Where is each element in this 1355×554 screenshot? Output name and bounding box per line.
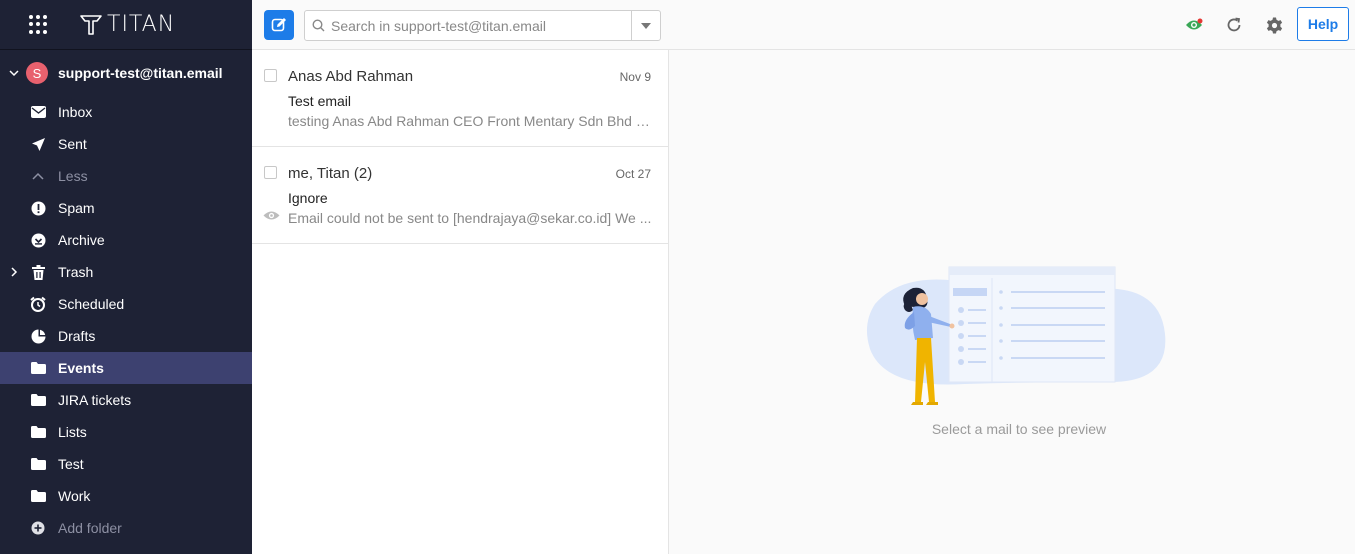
compose-icon bbox=[271, 18, 286, 32]
mail-subject: Test email bbox=[288, 93, 352, 109]
folder-test[interactable]: Test bbox=[0, 448, 252, 480]
folder-jira-tickets[interactable]: JIRA tickets bbox=[0, 384, 252, 416]
mail-sender: Anas Abd Rahman bbox=[288, 68, 414, 85]
apps-grid-icon[interactable] bbox=[29, 14, 49, 35]
search-icon bbox=[312, 19, 325, 32]
folder-icon bbox=[30, 456, 46, 472]
folder-label: JIRA tickets bbox=[58, 392, 132, 408]
mail-sender: me, Titan (2) bbox=[288, 165, 373, 182]
chevron-up-icon bbox=[30, 168, 46, 184]
brand-name: TITAN bbox=[107, 12, 176, 37]
folder-label: Test bbox=[58, 456, 84, 472]
refresh-icon bbox=[1227, 17, 1241, 32]
account-row[interactable]: S support-test@titan.email bbox=[0, 50, 252, 96]
draft-icon bbox=[30, 328, 46, 344]
top-toolbar: Help bbox=[252, 0, 1355, 50]
folder-label: Spam bbox=[58, 200, 95, 216]
folder-sent[interactable]: Sent bbox=[0, 128, 252, 160]
mail-select-checkbox[interactable] bbox=[264, 166, 277, 179]
mail-snippet: Email could not be sent to [hendrajaya@s… bbox=[288, 210, 652, 226]
avatar: S bbox=[26, 62, 48, 84]
add-icon bbox=[30, 520, 46, 536]
mail-snippet: testing Anas Abd Rahman CEO Front Mentar… bbox=[288, 113, 654, 129]
account-email: support-test@titan.email bbox=[58, 65, 223, 81]
folder-label: Scheduled bbox=[58, 296, 125, 312]
folder-inbox[interactable]: Inbox bbox=[0, 96, 252, 128]
alert-icon bbox=[30, 200, 46, 216]
search-input[interactable] bbox=[331, 11, 631, 40]
alarm-clock-icon bbox=[30, 296, 46, 312]
chevron-right-icon[interactable] bbox=[9, 266, 19, 278]
folder-label: Sent bbox=[58, 136, 87, 152]
sidebar: TITAN S support-test@titan.email Inbox S… bbox=[0, 0, 252, 554]
folder-label: Inbox bbox=[58, 104, 93, 120]
eye-icon bbox=[263, 211, 280, 220]
send-icon bbox=[30, 136, 46, 152]
chevron-down-icon[interactable] bbox=[8, 67, 20, 79]
inbox-icon bbox=[30, 104, 46, 120]
archive-icon bbox=[30, 232, 46, 248]
brand-bar: TITAN bbox=[0, 0, 252, 50]
gear-icon bbox=[1266, 17, 1282, 33]
folder-label: Events bbox=[58, 360, 104, 376]
folder-label: Lists bbox=[58, 424, 87, 440]
folder-less-toggle[interactable]: Less bbox=[0, 160, 252, 192]
folder-label: Work bbox=[58, 488, 91, 504]
trash-icon bbox=[30, 264, 46, 280]
folder-work[interactable]: Work bbox=[0, 480, 252, 512]
folder-label: Trash bbox=[58, 264, 94, 280]
refresh-button[interactable] bbox=[1224, 15, 1244, 35]
mail-select-checkbox[interactable] bbox=[264, 69, 277, 82]
mail-subject: Ignore bbox=[288, 190, 328, 206]
folder-trash[interactable]: Trash bbox=[0, 256, 252, 288]
folder-archive[interactable]: Archive bbox=[0, 224, 252, 256]
folder-icon bbox=[30, 488, 46, 504]
folder-spam[interactable]: Spam bbox=[0, 192, 252, 224]
titan-logo: TITAN bbox=[79, 12, 175, 37]
folder-events[interactable]: Events bbox=[0, 352, 252, 384]
mail-list-item[interactable]: Anas Abd Rahman Nov 9 Test email testing… bbox=[252, 50, 668, 147]
mail-date: Oct 27 bbox=[615, 167, 651, 181]
preview-pane: Select a mail to see preview bbox=[669, 50, 1355, 554]
caret-down-icon bbox=[641, 22, 651, 29]
search-box[interactable] bbox=[304, 10, 661, 41]
folder-lists[interactable]: Lists bbox=[0, 416, 252, 448]
folder-drafts[interactable]: Drafts bbox=[0, 320, 252, 352]
folder-label: Archive bbox=[58, 232, 105, 248]
titan-logo-icon bbox=[80, 14, 102, 35]
help-button[interactable]: Help bbox=[1297, 7, 1349, 41]
settings-button[interactable] bbox=[1264, 15, 1284, 35]
folder-label: Drafts bbox=[58, 328, 96, 344]
folder-icon bbox=[30, 360, 46, 376]
compose-button[interactable] bbox=[264, 10, 294, 40]
empty-preview-message: Select a mail to see preview bbox=[931, 421, 1107, 437]
search-options-dropdown[interactable] bbox=[631, 11, 660, 40]
eye-icon bbox=[1186, 18, 1203, 30]
folder-label: Less bbox=[58, 168, 88, 184]
folder-scheduled[interactable]: Scheduled bbox=[0, 288, 252, 320]
add-folder-button[interactable]: Add folder bbox=[0, 512, 252, 544]
mail-list-item[interactable]: me, Titan (2) Oct 27 Ignore Email could … bbox=[252, 147, 668, 244]
mail-list: Anas Abd Rahman Nov 9 Test email testing… bbox=[252, 50, 669, 554]
folder-icon bbox=[30, 392, 46, 408]
folder-label: Add folder bbox=[58, 520, 122, 536]
mail-date: Nov 9 bbox=[619, 70, 651, 84]
read-receipt-toggle[interactable] bbox=[1184, 15, 1204, 35]
folder-icon bbox=[30, 424, 46, 440]
empty-preview-illustration bbox=[866, 266, 1166, 405]
